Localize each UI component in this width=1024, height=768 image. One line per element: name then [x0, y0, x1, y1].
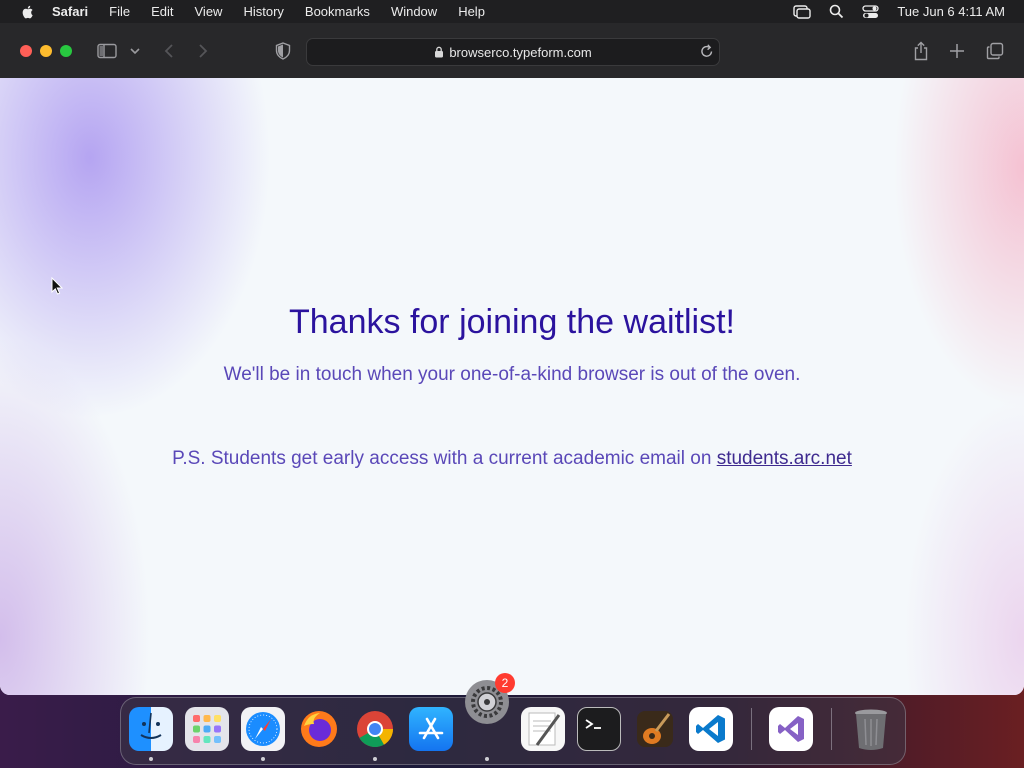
share-icon[interactable] — [910, 40, 932, 62]
tab-overview-icon[interactable] — [984, 40, 1006, 62]
running-indicator — [261, 757, 265, 761]
menu-view[interactable]: View — [195, 4, 223, 19]
firefox-icon[interactable] — [297, 707, 341, 751]
students-note-text: P.S. Students get early access with a cu… — [172, 448, 717, 469]
safari-icon[interactable] — [241, 707, 285, 751]
screen-mirroring-icon[interactable] — [793, 4, 812, 19]
menu-window[interactable]: Window — [391, 4, 437, 19]
dock-separator — [751, 708, 752, 750]
dock-separator — [831, 708, 832, 750]
address-bar[interactable]: browserco.typeform.com — [306, 38, 720, 66]
page-subtext: We'll be in touch when your one-of-a-kin… — [223, 364, 801, 385]
web-page: Thanks for joining the waitlist! We'll b… — [0, 78, 1024, 695]
privacy-shield-icon[interactable] — [272, 40, 294, 62]
students-link[interactable]: students.arc.net — [717, 448, 852, 469]
students-note: P.S. Students get early access with a cu… — [0, 448, 1024, 470]
apple-icon[interactable] — [20, 4, 36, 20]
terminal-icon[interactable] — [577, 707, 621, 751]
mouse-pointer-icon — [51, 277, 63, 295]
garageband-icon[interactable] — [633, 707, 677, 751]
visual-studio-icon[interactable] — [769, 707, 813, 751]
settings-notification-badge: 2 — [495, 673, 515, 693]
control-center-icon[interactable] — [862, 4, 879, 19]
finder-icon[interactable] — [129, 707, 173, 751]
chevron-down-icon[interactable] — [124, 40, 146, 62]
minimize-window-button[interactable] — [40, 45, 52, 57]
dock — [120, 680, 906, 765]
running-indicator — [149, 757, 153, 761]
sidebar-toggle-icon[interactable] — [96, 40, 118, 62]
menu-bar: Safari File Edit View History Bookmarks … — [0, 0, 1024, 23]
trash-icon[interactable] — [849, 707, 893, 751]
menu-edit[interactable]: Edit — [151, 4, 173, 19]
zoom-window-button[interactable] — [60, 45, 72, 57]
menu-bookmarks[interactable]: Bookmarks — [305, 4, 370, 19]
back-icon[interactable] — [158, 40, 180, 62]
chrome-icon[interactable] — [353, 707, 397, 751]
menu-history[interactable]: History — [243, 4, 283, 19]
menu-file[interactable]: File — [109, 4, 130, 19]
app-store-icon[interactable] — [409, 707, 453, 751]
page-headline: Thanks for joining the waitlist! — [289, 303, 735, 341]
url-text: browserco.typeform.com — [449, 44, 592, 60]
lock-icon — [434, 46, 444, 58]
running-indicator — [485, 757, 489, 761]
close-window-button[interactable] — [20, 45, 32, 57]
vscode-icon[interactable] — [689, 707, 733, 751]
spotlight-search-icon[interactable] — [829, 4, 844, 19]
browser-toolbar: browserco.typeform.com — [0, 23, 1024, 79]
new-tab-icon[interactable] — [946, 40, 968, 62]
forward-icon[interactable] — [192, 40, 214, 62]
menu-help[interactable]: Help — [458, 4, 485, 19]
browser-window: browserco.typeform.com Thanks for joinin… — [0, 23, 1024, 695]
launchpad-icon[interactable] — [185, 707, 229, 751]
textedit-icon[interactable] — [521, 707, 565, 751]
running-indicator — [373, 757, 377, 761]
menu-safari[interactable]: Safari — [52, 4, 88, 19]
menubar-clock[interactable]: Tue Jun 6 4:11 AM — [897, 4, 1005, 19]
reload-icon[interactable] — [700, 43, 714, 59]
